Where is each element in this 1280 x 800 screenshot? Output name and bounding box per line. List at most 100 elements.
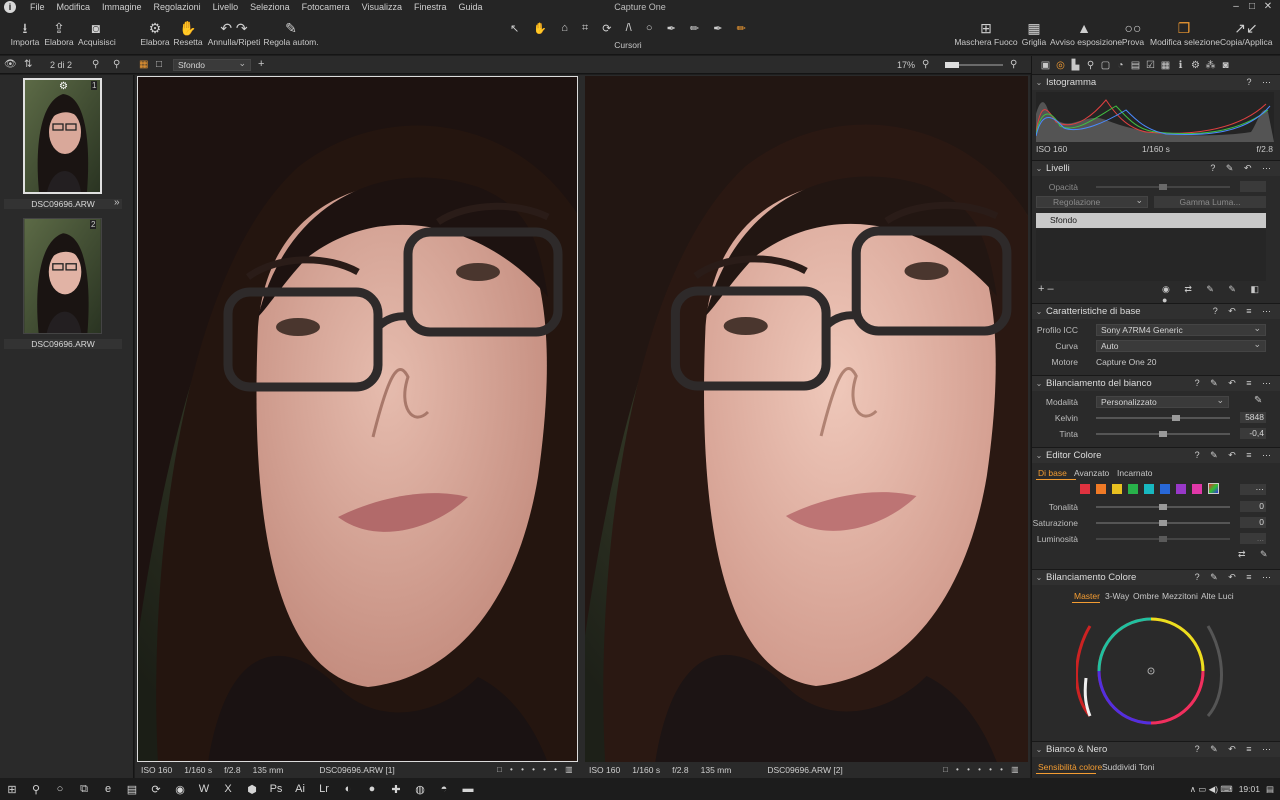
menu-file[interactable]: File xyxy=(24,2,51,12)
tab-mezzitoni[interactable]: Mezzitoni xyxy=(1162,591,1198,601)
eraser-cursor-icon[interactable]: ✏ xyxy=(737,22,746,35)
opacity-slider[interactable] xyxy=(1096,184,1230,190)
meta-tab-icon[interactable]: ▤ xyxy=(1128,60,1143,71)
tab-di-base[interactable]: Di base xyxy=(1038,468,1067,478)
taskbar-app-icon[interactable]: ✚ xyxy=(384,783,408,796)
color-wheel-swatch[interactable] xyxy=(1208,483,1219,494)
kelvin-slider[interactable] xyxy=(1096,415,1230,421)
undo-redo-button[interactable]: ↶ ↷ Annulla/Ripeti xyxy=(207,19,261,47)
basic-characteristics-header[interactable]: ⌄ Caratteristiche di base ? ↶ ≡ ⋯ xyxy=(1032,303,1280,319)
adjust-tab-icon[interactable]: ◔ xyxy=(1113,60,1128,71)
thumbnail-2[interactable]: 2 xyxy=(23,218,102,334)
pointer-cursor-icon[interactable]: ↖ xyxy=(510,22,519,35)
color-swatch[interactable] xyxy=(1160,484,1170,494)
taskbar-app-icon[interactable]: ⚲ xyxy=(24,783,48,796)
saturation-value[interactable]: 0 xyxy=(1240,517,1266,528)
hue-value[interactable]: 0 xyxy=(1240,501,1266,512)
grid-button[interactable]: ▦ Griglia xyxy=(1020,19,1048,47)
people-tab-icon[interactable]: ⁂ xyxy=(1203,60,1218,71)
menu-immagine[interactable]: Immagine xyxy=(96,2,148,12)
sort-icon[interactable]: ⇅ xyxy=(24,59,32,70)
color-editor-header[interactable]: ⌄ Editor Colore ? ✎ ↶ ≡ ⋯ xyxy=(1032,447,1280,463)
color-swatch[interactable] xyxy=(1192,484,1202,494)
reset-button[interactable]: ✋ Resetta xyxy=(173,19,203,47)
tray-icons[interactable]: ∧ ▭ ◀) ⌨ xyxy=(1190,784,1233,795)
luminosity-value[interactable]: ... xyxy=(1240,533,1266,544)
color-wheel[interactable] xyxy=(1075,616,1226,736)
eyedropper-icon[interactable]: ✎ xyxy=(1254,395,1262,406)
taskbar-app-icon[interactable]: ⟳ xyxy=(144,783,168,796)
taskbar-app-icon[interactable]: ⬢ xyxy=(240,783,264,796)
close-icon[interactable]: ✕ xyxy=(1260,1,1276,12)
gamma-luma-button[interactable]: Gamma Luma... xyxy=(1154,196,1266,208)
exposure-warning-button[interactable]: ▲ Avviso esposizione xyxy=(1050,19,1122,47)
spot-cursor-icon[interactable]: ○ xyxy=(646,22,653,34)
taskbar-app-icon[interactable]: e xyxy=(96,783,120,796)
menu-guida[interactable]: Guida xyxy=(453,2,489,12)
crop-cursor-icon[interactable]: ⌗ xyxy=(582,22,588,35)
search-icon[interactable]: ⚲ xyxy=(113,59,120,70)
process-button[interactable]: ⚙ Elabora xyxy=(140,19,170,47)
viewer-image-left[interactable] xyxy=(137,76,578,762)
zoom-in-icon[interactable]: ⚲ xyxy=(1010,59,1017,70)
add-layer-icon[interactable]: + – xyxy=(1038,283,1054,295)
taskbar-app-icon[interactable]: ⊞ xyxy=(0,783,24,796)
taskbar-app-icon[interactable]: ● xyxy=(360,783,384,796)
add-layer-icon[interactable]: + xyxy=(258,58,264,70)
tint-knob[interactable] xyxy=(1159,431,1167,437)
taskbar-app-icon[interactable]: ▤ xyxy=(120,783,144,796)
app-info-icon[interactable]: i xyxy=(4,1,16,13)
menu-finestra[interactable]: Finestra xyxy=(408,2,453,12)
color-swatch[interactable] xyxy=(1144,484,1154,494)
expand-icon[interactable]: » xyxy=(114,197,120,208)
taskbar-app-icon[interactable]: Ps xyxy=(264,783,288,796)
maximize-icon[interactable]: □ xyxy=(1244,1,1260,12)
taskbar-app-icon[interactable]: ◍ xyxy=(408,783,432,796)
panel-controls[interactable]: ? ↶ ≡ ⋯ xyxy=(1213,306,1275,317)
panel-controls[interactable]: ? ⋯ xyxy=(1246,77,1275,88)
exposure-tab-icon[interactable]: ▙ xyxy=(1068,60,1083,71)
color-balance-header[interactable]: ⌄ Bilanciamento Colore ? ✎ ↶ ≡ ⋯ xyxy=(1032,569,1280,585)
panel-controls[interactable]: ? ✎ ↶ ≡ ⋯ xyxy=(1195,572,1275,583)
histogram-header[interactable]: ⌄ Istogramma ? ⋯ xyxy=(1032,74,1280,90)
tab-suddividi-toni[interactable]: Suddividi Toni xyxy=(1102,762,1154,772)
thumbnail-1[interactable]: ⚙ 1 xyxy=(23,78,102,194)
rating-dots[interactable]: □ • • • • • ▥ xyxy=(497,765,576,774)
info-tab-icon[interactable]: ℹ xyxy=(1173,60,1188,71)
taskbar-app-icon[interactable]: W xyxy=(192,783,216,796)
batch-tab-icon[interactable]: ▦ xyxy=(1158,60,1173,71)
camera-tab-icon[interactable]: ◙ xyxy=(1218,60,1233,71)
proof-button[interactable]: ○○ Prova xyxy=(1120,19,1146,47)
swatch-menu[interactable]: ⋯ xyxy=(1240,484,1266,495)
tab-sensibilita-colore[interactable]: Sensibilità colore xyxy=(1038,762,1102,772)
eye-icon[interactable]: 👁 xyxy=(4,59,17,70)
menu-fotocamera[interactable]: Fotocamera xyxy=(296,2,356,12)
import-button[interactable]: ⭳ Importa xyxy=(8,19,42,47)
layer-select[interactable]: Sfondo xyxy=(173,58,251,71)
output-tab-icon[interactable]: ☑ xyxy=(1143,60,1158,71)
black-white-header[interactable]: ⌄ Bianco & Nero ? ✎ ↶ ≡ ⋯ xyxy=(1032,741,1280,757)
adjustment-select[interactable]: Regolazione xyxy=(1036,195,1148,208)
taskbar-app-icon[interactable]: ⧉ xyxy=(72,783,96,796)
curve-select[interactable]: Auto xyxy=(1096,339,1266,352)
tab-incarnato[interactable]: Incarnato xyxy=(1117,468,1152,478)
zoom-slider[interactable] xyxy=(945,62,1003,68)
picker-cursor-icon[interactable]: ✒ xyxy=(667,22,676,35)
opacity-knob[interactable] xyxy=(1159,184,1167,190)
color-swatch[interactable] xyxy=(1112,484,1122,494)
library-tab-icon[interactable]: ▣ xyxy=(1038,60,1053,71)
tab-avanzato[interactable]: Avanzato xyxy=(1074,468,1109,478)
focus-mask-button[interactable]: ⊞ Maschera Fuoco xyxy=(954,19,1018,47)
details-tab-icon[interactable]: ▢ xyxy=(1098,60,1113,71)
taskbar-app-icon[interactable]: X xyxy=(216,783,240,796)
taskbar-app-icon[interactable]: ▬ xyxy=(456,783,480,796)
auto-adjust-button[interactable]: ✎ Regola autom. xyxy=(263,19,319,47)
zoom-out-icon[interactable]: ⚲ xyxy=(922,59,929,70)
loupe-cursor-icon[interactable]: ⌂ xyxy=(561,22,568,34)
capture-button[interactable]: ◙ Acquisisci xyxy=(78,19,116,47)
taskbar-app-icon[interactable]: ◐ xyxy=(336,783,360,796)
tint-slider[interactable] xyxy=(1096,431,1230,437)
color-tab-icon[interactable]: ◎ xyxy=(1053,60,1068,71)
wb-mode-select[interactable]: Personalizzato xyxy=(1096,395,1229,408)
layers-header[interactable]: ⌄ Livelli ? ✎ ↶ ⋯ xyxy=(1032,160,1280,176)
